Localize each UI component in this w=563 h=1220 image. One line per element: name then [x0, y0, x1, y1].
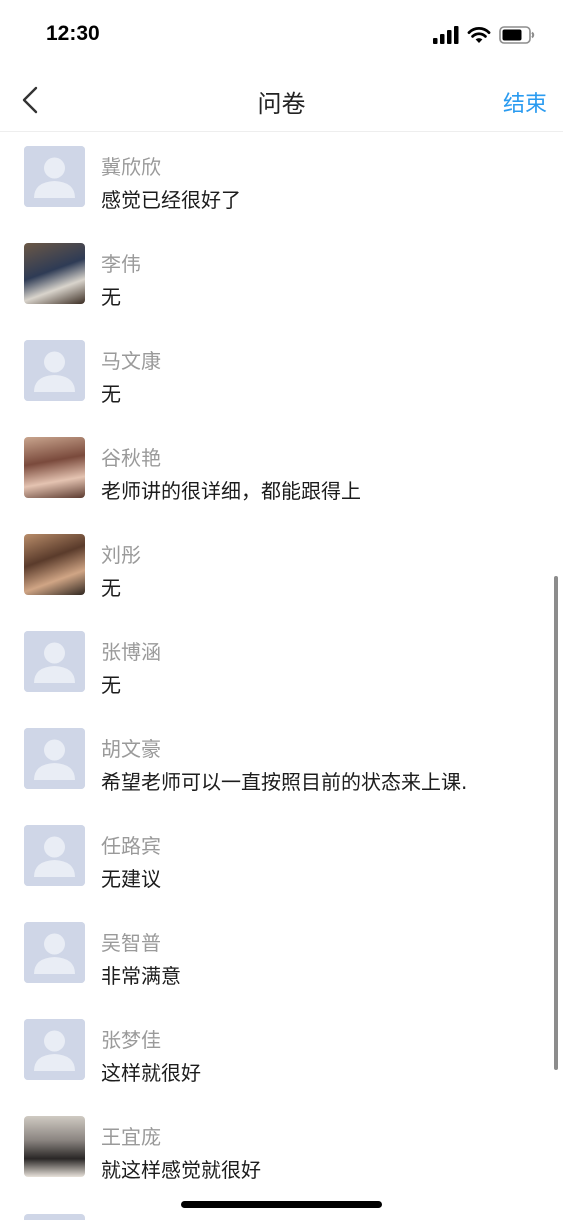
- avatar: [24, 243, 85, 304]
- respondent-name: 任路宾: [101, 834, 161, 858]
- respondent-name: 吴智普: [101, 931, 161, 955]
- wifi-icon: [467, 27, 491, 43]
- response-text: 老师讲的很详细，都能跟得上: [101, 479, 361, 503]
- response-item[interactable]: 谷秋艳老师讲的很详细，都能跟得上: [0, 423, 563, 520]
- response-item[interactable]: 冀欣欣感觉已经很好了: [0, 132, 563, 229]
- response-list[interactable]: 冀欣欣 感觉已经很好了 李伟无马文康无谷秋艳 老师讲的很详细，都能跟得上 刘彤无张博涵无…: [0, 132, 563, 1199]
- response-text: 感觉已经很好了: [101, 188, 241, 212]
- response-text: 无建议: [101, 867, 161, 891]
- respondent-name: 刘彤: [101, 543, 141, 567]
- response-text: 无: [101, 382, 121, 406]
- respondent-name: 李伟: [101, 252, 141, 276]
- avatar: [24, 728, 85, 789]
- response-item[interactable]: 王宜庞就这样感觉就很好: [0, 1102, 563, 1199]
- avatar: [24, 1019, 85, 1080]
- avatar: [24, 631, 85, 692]
- status-icons: [433, 24, 535, 46]
- response-item[interactable]: 李伟无: [0, 229, 563, 326]
- response-text: 就这样感觉就很好: [101, 1158, 261, 1182]
- response-item[interactable]: 张博涵无: [0, 617, 563, 714]
- response-text: 无: [101, 285, 121, 309]
- respondent-name: 谷秋艳: [101, 446, 161, 470]
- respondent-name: 马文康: [101, 349, 161, 373]
- nav-bar: 问卷 结束: [0, 70, 563, 132]
- respondent-name: 王宜庞: [101, 1125, 161, 1149]
- response-item[interactable]: 任路宾 无建议: [0, 811, 563, 908]
- page-title: 问卷: [257, 90, 306, 118]
- respondent-name: 冀欣欣: [101, 155, 161, 179]
- response-item[interactable]: 胡文豪希望老师可以一直按照目前的状态来上课.: [0, 714, 563, 811]
- response-item[interactable]: 张梦佳 这样就很好: [0, 1005, 563, 1102]
- avatar: [24, 825, 85, 886]
- scrollbar[interactable]: [554, 576, 558, 1070]
- battery-icon: [499, 26, 535, 44]
- response-item[interactable]: 马文康无: [0, 326, 563, 423]
- response-item[interactable]: 刘彤无: [0, 520, 563, 617]
- response-item[interactable]: 吴智普 非常满意: [0, 908, 563, 1005]
- status-bar: 12:30: [0, 0, 563, 70]
- respondent-name: 张梦佳: [101, 1028, 161, 1052]
- status-time: 12:30: [46, 22, 100, 45]
- avatar: [24, 437, 85, 498]
- response-text: 无: [101, 576, 121, 600]
- avatar: [24, 1116, 85, 1177]
- end-button[interactable]: 结束: [503, 86, 547, 118]
- response-text: 这样就很好: [101, 1061, 201, 1085]
- home-indicator[interactable]: [181, 1201, 382, 1208]
- response-text: 非常满意: [101, 964, 181, 988]
- respondent-name: 张博涵: [101, 640, 161, 664]
- cellular-signal-icon: [433, 26, 459, 44]
- survey-screen: 12:30 问卷 结束 冀欣欣 感觉已经很好了 李伟 无 马文康 无 谷秋艳 老…: [0, 0, 563, 1220]
- avatar-placeholder: [24, 1214, 85, 1220]
- avatar: [24, 534, 85, 595]
- avatar: [24, 146, 85, 207]
- avatar: [24, 922, 85, 983]
- response-text: 希望老师可以一直按照目前的状态来上课.: [101, 770, 468, 794]
- avatar: [24, 340, 85, 401]
- respondent-name: 胡文豪: [101, 737, 161, 761]
- response-text: 无: [101, 673, 121, 697]
